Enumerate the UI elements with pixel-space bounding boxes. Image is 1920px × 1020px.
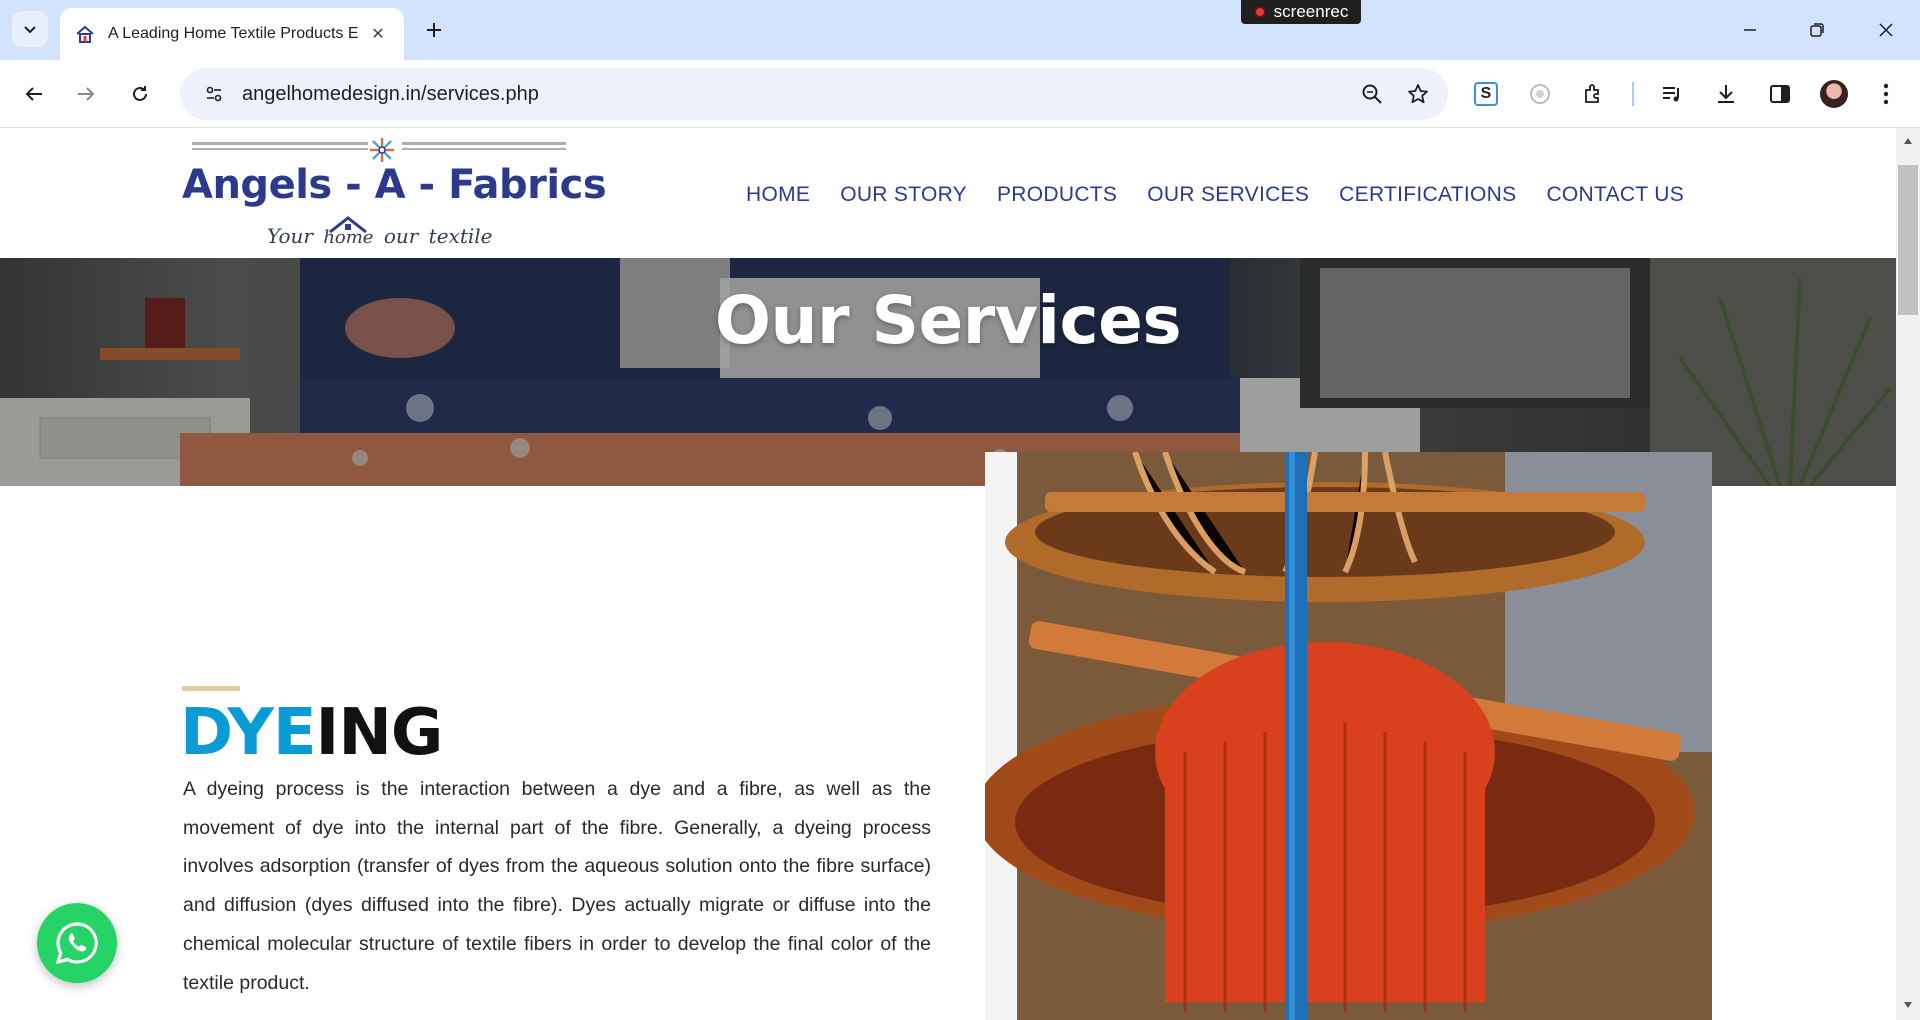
nav-certifications[interactable]: CERTIFICATIONS xyxy=(1339,183,1516,207)
extensions-puzzle-icon[interactable] xyxy=(1576,76,1612,112)
whatsapp-icon xyxy=(55,922,98,965)
section-title-rest: ING xyxy=(315,696,444,770)
main-nav: HOME OUR STORY PRODUCTS OUR SERVICES CER… xyxy=(746,183,1684,207)
url-text[interactable]: angelhomedesign.in/services.php xyxy=(242,83,1354,106)
whatsapp-chat-button[interactable] xyxy=(37,903,117,983)
section-title-highlight: DYE xyxy=(180,696,317,770)
tagline-your: Your xyxy=(267,224,313,248)
logo-title: Angels - A - Fabrics xyxy=(182,162,607,208)
section-description: A dyeing process is the interaction betw… xyxy=(183,778,931,994)
arrow-right-icon xyxy=(78,87,95,101)
nav-home[interactable]: HOME xyxy=(746,183,810,207)
logo-tagline: Your home our textile xyxy=(267,224,493,248)
site-settings-icon[interactable] xyxy=(196,76,232,112)
restore-button[interactable] xyxy=(1799,12,1835,48)
browser-tab-strip: A Leading Home Textile Products E ✕ scre… xyxy=(0,0,1920,60)
record-dot-icon xyxy=(1253,6,1266,18)
reload-icon xyxy=(133,86,147,101)
download-icon[interactable] xyxy=(1708,76,1744,112)
dyeing-photo-illustration xyxy=(985,452,1712,1020)
recorder-label: screenrec xyxy=(1273,2,1349,21)
web-page: Angels - A - Fabrics Your home our texti… xyxy=(0,128,1896,1020)
dyeing-photo xyxy=(985,452,1712,1020)
arrow-left-icon xyxy=(25,87,42,101)
scroll-down-arrow-icon[interactable] xyxy=(1900,997,1916,1013)
tab-title: A Leading Home Textile Products E xyxy=(108,25,359,42)
logo-rule-right xyxy=(402,142,566,150)
close-tab-icon[interactable]: ✕ xyxy=(366,22,390,46)
section-accent-bar xyxy=(182,686,240,691)
nav-contact-us[interactable]: CONTACT US xyxy=(1546,183,1684,207)
chevron-down-icon xyxy=(24,26,36,34)
logo-rule-left xyxy=(192,142,368,150)
side-panel-icon[interactable] xyxy=(1762,76,1798,112)
close-icon xyxy=(1879,23,1893,37)
toolbar-separator xyxy=(1632,82,1634,106)
minimize-button[interactable] xyxy=(1732,12,1768,48)
new-tab-button[interactable] xyxy=(418,14,450,46)
close-window-button[interactable] xyxy=(1868,12,1904,48)
minimize-icon xyxy=(1744,29,1756,31)
scroll-up-arrow-icon[interactable] xyxy=(1900,133,1916,149)
plus-icon xyxy=(427,23,441,37)
s-extension-icon[interactable]: S xyxy=(1468,76,1504,112)
section-title: DYEING xyxy=(180,696,444,770)
scrollbar-thumb[interactable] xyxy=(1898,165,1918,315)
site-header: Angels - A - Fabrics Your home our texti… xyxy=(0,128,1896,258)
site-logo[interactable]: Angels - A - Fabrics Your home our texti… xyxy=(182,136,607,252)
nav-our-story[interactable]: OUR STORY xyxy=(840,183,967,207)
house-favicon-icon xyxy=(74,23,96,45)
back-button[interactable] xyxy=(16,76,52,112)
tab-search-button[interactable] xyxy=(12,11,48,47)
menu-kebab-icon[interactable] xyxy=(1868,76,1904,112)
reload-button[interactable] xyxy=(122,76,158,112)
address-bar[interactable]: angelhomedesign.in/services.php xyxy=(180,68,1448,120)
extension-circle-icon[interactable] xyxy=(1522,76,1558,112)
nav-products[interactable]: PRODUCTS xyxy=(997,183,1117,207)
tagline-our-textile: our textile xyxy=(383,224,493,248)
restore-icon xyxy=(1810,23,1824,37)
forward-button[interactable] xyxy=(68,76,104,112)
logo-emblem-icon xyxy=(370,138,394,162)
nav-our-services[interactable]: OUR SERVICES xyxy=(1147,183,1309,207)
screen-recorder-badge: screenrec xyxy=(1241,0,1361,24)
bookmark-star-icon[interactable] xyxy=(1400,76,1436,112)
tagline-home: home xyxy=(323,227,374,248)
active-tab[interactable]: A Leading Home Textile Products E ✕ xyxy=(60,8,404,60)
zoom-icon[interactable] xyxy=(1354,76,1390,112)
page-title: Our Services xyxy=(714,282,1182,359)
media-playlist-icon[interactable] xyxy=(1654,76,1690,112)
profile-avatar[interactable] xyxy=(1816,76,1852,112)
